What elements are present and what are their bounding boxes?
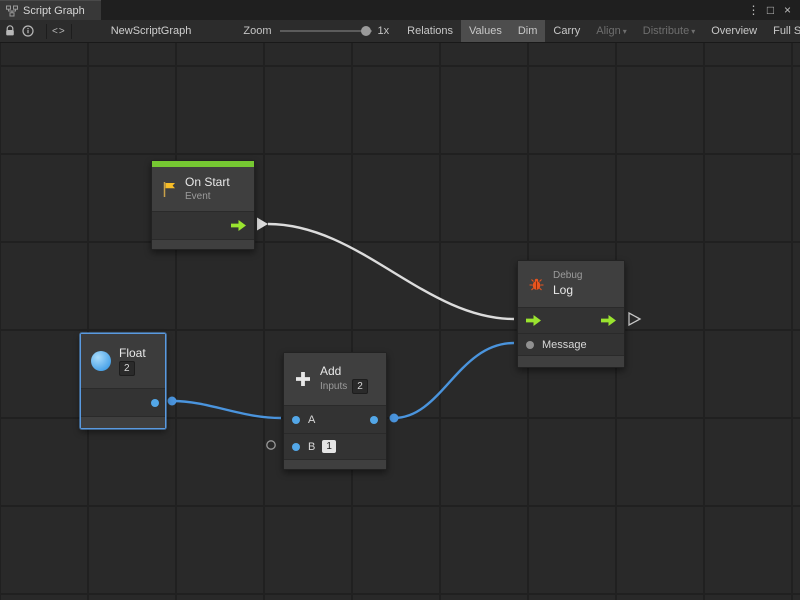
message-input-row: Message: [518, 333, 624, 355]
port-a-label: A: [308, 414, 315, 426]
input-row-b: B 1: [284, 433, 386, 459]
port-b-value-field[interactable]: 1: [322, 440, 336, 453]
window-menu-icon[interactable]: ⋮: [745, 0, 762, 20]
zoom-label: Zoom: [243, 25, 271, 37]
flag-icon: [162, 181, 177, 198]
wire-endpoint-dot[interactable]: [168, 397, 177, 406]
toolbar-divider: [46, 24, 47, 39]
close-icon[interactable]: ×: [779, 0, 796, 20]
node-footer: [152, 239, 254, 249]
node-add[interactable]: Add Inputs 2 A B 1: [283, 352, 387, 470]
node-footer: [518, 355, 624, 367]
node-kicker: Debug: [553, 270, 582, 282]
zoom-slider-track[interactable]: [280, 30, 372, 32]
align-label: Align: [596, 25, 620, 37]
float-value-field[interactable]: 2: [119, 361, 135, 376]
graph-canvas[interactable]: On Start Event: [0, 43, 800, 600]
flow-wire-onstart-to-log[interactable]: [268, 224, 514, 319]
port-b-label: B: [308, 441, 315, 453]
value-wire-float-to-add[interactable]: [172, 401, 281, 418]
overview-button[interactable]: Overview: [703, 20, 765, 43]
script-graph-icon: [6, 5, 18, 17]
flow-output-row: [152, 211, 254, 239]
flow-output-port[interactable]: [231, 220, 246, 231]
input-port-b[interactable]: [292, 443, 300, 451]
input-row-a: A: [284, 405, 386, 433]
value-output-row: [81, 388, 165, 416]
wire-endpoint-dot[interactable]: [390, 414, 399, 423]
message-input-port[interactable]: [526, 341, 534, 349]
float-type-icon: [91, 351, 111, 371]
node-header: On Start Event: [152, 167, 254, 211]
node-header: Float 2: [81, 334, 165, 388]
node-title: On Start: [185, 175, 230, 189]
value-output-port[interactable]: [370, 416, 378, 424]
connection-wires-layer: [0, 43, 800, 600]
flow-output-arrow[interactable]: [257, 218, 268, 231]
info-icon[interactable]: [22, 21, 34, 41]
chevron-down-icon: ▾: [623, 27, 627, 36]
code-icon[interactable]: <>: [52, 21, 66, 41]
graph-toolbar: <> NewScriptGraph Zoom 1x Relations Valu…: [0, 20, 800, 43]
zoom-slider-knob[interactable]: [361, 26, 371, 36]
flow-output-port[interactable]: [601, 315, 616, 326]
titlebar: Script Graph ⋮ □ ×: [0, 0, 800, 20]
graph-name: NewScriptGraph: [111, 25, 192, 37]
node-subtitle: Inputs: [320, 381, 347, 393]
node-debug-log[interactable]: Debug Log Message: [517, 260, 625, 368]
node-header: Add Inputs 2: [284, 353, 386, 405]
node-footer: [284, 459, 386, 469]
fullscreen-button[interactable]: Full S: [765, 20, 800, 43]
distribute-dropdown[interactable]: Distribute▾: [635, 20, 703, 43]
lock-icon[interactable]: [4, 21, 16, 41]
unconnected-input-port-circle[interactable]: [267, 441, 275, 449]
node-footer: [81, 416, 165, 428]
node-header: Debug Log: [518, 261, 624, 307]
carry-button[interactable]: Carry: [545, 20, 588, 43]
node-title: Add: [320, 364, 368, 378]
message-port-label: Message: [542, 339, 587, 351]
flow-row: [518, 307, 624, 333]
flow-input-port[interactable]: [526, 315, 541, 326]
chevron-down-icon: ▾: [691, 27, 695, 36]
flow-output-port-triangle[interactable]: [629, 313, 640, 325]
toolbar-divider: [71, 24, 72, 39]
node-float[interactable]: Float 2: [80, 333, 166, 429]
input-count-badge: 2: [352, 379, 368, 394]
zoom-slider[interactable]: [280, 25, 372, 37]
distribute-label: Distribute: [643, 25, 689, 37]
node-title: Float: [119, 346, 146, 360]
node-on-start[interactable]: On Start Event: [151, 160, 255, 250]
unity-graph-window: Script Graph ⋮ □ × <> NewScriptGraph Zoo…: [0, 0, 800, 600]
align-dropdown[interactable]: Align▾: [588, 20, 634, 43]
window-controls: ⋮ □ ×: [745, 0, 800, 20]
node-subtitle: Event: [185, 191, 230, 203]
zoom-value: 1x: [378, 25, 390, 37]
tab-script-graph[interactable]: Script Graph: [0, 0, 101, 20]
relations-button[interactable]: Relations: [399, 20, 461, 43]
bug-icon: [528, 277, 545, 292]
maximize-icon[interactable]: □: [762, 0, 779, 20]
input-port-a[interactable]: [292, 416, 300, 424]
plus-icon: [294, 370, 312, 388]
tab-label: Script Graph: [23, 5, 85, 17]
value-wire-add-to-message[interactable]: [394, 343, 514, 418]
node-title: Log: [553, 283, 582, 297]
value-output-port[interactable]: [151, 399, 159, 407]
dim-button[interactable]: Dim: [510, 20, 546, 43]
values-button[interactable]: Values: [461, 20, 510, 43]
